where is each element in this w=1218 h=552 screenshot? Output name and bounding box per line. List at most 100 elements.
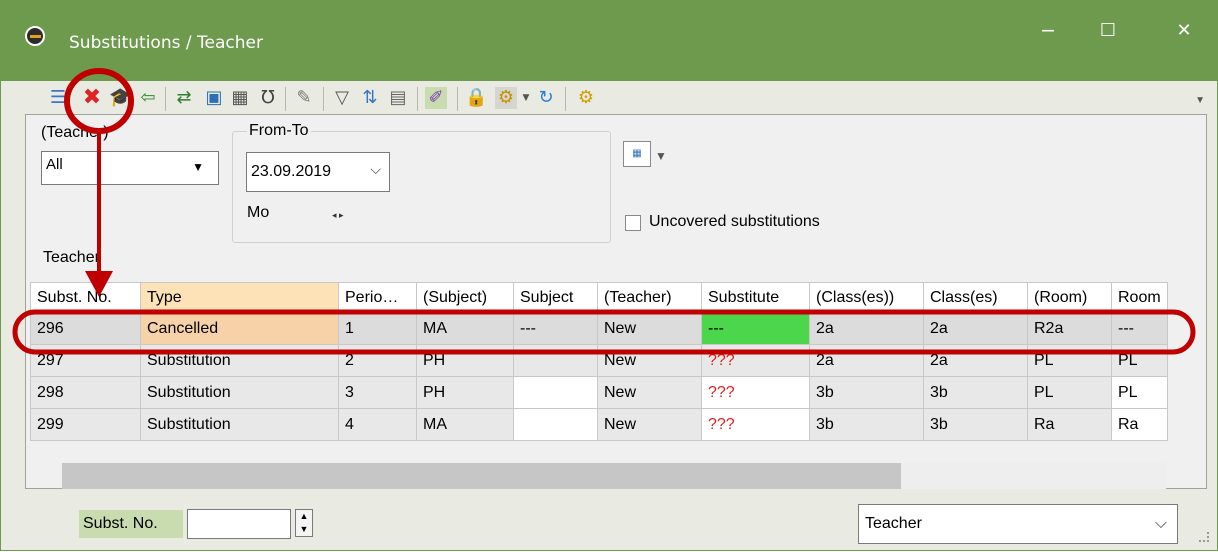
- column-header[interactable]: Subject: [513, 282, 598, 313]
- table-cell[interactable]: MA: [416, 312, 514, 345]
- table-cell[interactable]: PH: [416, 376, 514, 409]
- table-cell[interactable]: Cancelled: [140, 312, 339, 345]
- table-cell[interactable]: 3b: [809, 408, 924, 441]
- teacher-icon[interactable]: 🎓: [109, 87, 131, 109]
- table-cell[interactable]: [513, 376, 598, 409]
- table-cell[interactable]: 296: [30, 312, 141, 345]
- table-cell[interactable]: 3b: [923, 408, 1028, 441]
- table-cell[interactable]: 2a: [923, 312, 1028, 345]
- table-cell[interactable]: 299: [30, 408, 141, 441]
- column-header[interactable]: Substitute: [701, 282, 810, 313]
- lock-icon[interactable]: 🔒: [465, 87, 487, 109]
- table-cell[interactable]: ???: [701, 376, 810, 409]
- table-cell[interactable]: ???: [701, 408, 810, 441]
- magic-icon[interactable]: ✎: [293, 87, 315, 109]
- close-button[interactable]: ✕: [1159, 17, 1209, 47]
- table-cell[interactable]: ---: [1111, 312, 1168, 345]
- resize-grip-icon[interactable]: [1199, 532, 1209, 542]
- table-cell[interactable]: New: [597, 344, 702, 377]
- table-cell[interactable]: PL: [1027, 344, 1112, 377]
- table-row[interactable]: 296 Cancelled 1 MA --- New --- 2a 2a R2a…: [30, 312, 1168, 345]
- table-cell[interactable]: 2a: [809, 312, 924, 345]
- chevron-down-icon[interactable]: ▼: [192, 160, 204, 174]
- table-cell[interactable]: [513, 344, 598, 377]
- table-cell[interactable]: ---: [701, 312, 810, 345]
- chevron-down-icon[interactable]: ⌵: [370, 161, 381, 178]
- column-header[interactable]: Perio…: [338, 282, 417, 313]
- table-row[interactable]: 299 Substitution 4 MA New ??? 3b 3b Ra R…: [30, 408, 1168, 441]
- column-header[interactable]: Subst. No.: [30, 282, 141, 313]
- gear-icon[interactable]: ⚙: [575, 87, 597, 109]
- table-cell[interactable]: 2a: [809, 344, 924, 377]
- column-header[interactable]: (Class(es)): [809, 282, 924, 313]
- table-cell[interactable]: 3b: [923, 376, 1028, 409]
- chevron-down-icon[interactable]: ▼: [515, 87, 537, 109]
- table-cell[interactable]: 298: [30, 376, 141, 409]
- delete-icon[interactable]: ✖: [81, 87, 103, 109]
- teacher-filter-combo[interactable]: All ▼: [41, 151, 219, 185]
- table-cell[interactable]: 297: [30, 344, 141, 377]
- sort-icon[interactable]: ⇅: [359, 87, 381, 109]
- export-icon[interactable]: ⇦: [137, 87, 159, 109]
- minimize-button[interactable]: ‒: [1023, 17, 1073, 47]
- calendar-icon[interactable]: ▦: [623, 141, 651, 167]
- table-cell[interactable]: PL: [1111, 376, 1168, 409]
- table-cell[interactable]: 1: [338, 312, 417, 345]
- table-row[interactable]: 297 Substitution 2 PH New ??? 2a 2a PL P…: [30, 344, 1168, 377]
- table-cell[interactable]: PH: [416, 344, 514, 377]
- date-value: 23.09.2019: [251, 163, 332, 180]
- settings-dropdown-icon[interactable]: ⚙: [495, 87, 517, 109]
- table-cell[interactable]: Substitution: [140, 408, 339, 441]
- column-header[interactable]: Class(es): [923, 282, 1028, 313]
- table-cell[interactable]: New: [597, 312, 702, 345]
- stethoscope-icon[interactable]: ℧: [257, 87, 279, 109]
- table-cell[interactable]: New: [597, 408, 702, 441]
- column-header[interactable]: Type: [140, 282, 339, 313]
- table-cell[interactable]: Ra: [1027, 408, 1112, 441]
- table-cell[interactable]: New: [597, 376, 702, 409]
- date-picker[interactable]: 23.09.2019 ⌵: [246, 152, 390, 192]
- horizontal-scrollbar-thumb[interactable]: [62, 463, 901, 489]
- toolbar-overflow-icon[interactable]: ▼: [1195, 95, 1205, 106]
- table-row[interactable]: 298 Substitution 3 PH New ??? 3b 3b PL P…: [30, 376, 1168, 409]
- grid-group-label: Teacher: [43, 249, 100, 266]
- table-cell[interactable]: 2: [338, 344, 417, 377]
- column-header[interactable]: Room: [1111, 282, 1168, 313]
- table-cell[interactable]: [513, 408, 598, 441]
- list-icon[interactable]: ☰: [47, 87, 69, 109]
- table-cell[interactable]: Substitution: [140, 344, 339, 377]
- document-icon[interactable]: ▣: [203, 87, 225, 109]
- column-header[interactable]: (Room): [1027, 282, 1112, 313]
- chevron-down-icon[interactable]: ⌵: [1155, 505, 1167, 543]
- edit-icon[interactable]: ✐: [425, 87, 447, 109]
- uncovered-label: Uncovered substitutions: [649, 213, 820, 230]
- table-cell[interactable]: Substitution: [140, 376, 339, 409]
- table-cell[interactable]: 3b: [809, 376, 924, 409]
- table-cell[interactable]: MA: [416, 408, 514, 441]
- maximize-button[interactable]: ☐: [1083, 17, 1133, 47]
- day-nav-arrows[interactable]: ◂ ▸: [332, 210, 344, 221]
- columns-icon[interactable]: ▤: [387, 87, 409, 109]
- table-cell[interactable]: 3: [338, 376, 417, 409]
- table-cell[interactable]: 2a: [923, 344, 1028, 377]
- table-cell[interactable]: 4: [338, 408, 417, 441]
- import-icon[interactable]: ⇄: [173, 87, 195, 109]
- uncovered-checkbox[interactable]: [625, 215, 641, 231]
- refresh-icon[interactable]: ↻: [535, 87, 557, 109]
- subst-no-spinner[interactable]: ▲ ▼: [295, 509, 313, 537]
- toolbar: ☰ ✖ 🎓 ⇦ ⇄ ▣ ▦ ℧ ✎ ▽ ⇅ ▤ ✐ 🔒 ⚙ ▼ ↻ ⚙ ▼: [1, 83, 1217, 113]
- table-cell[interactable]: R2a: [1027, 312, 1112, 345]
- subst-no-input[interactable]: [187, 509, 291, 539]
- column-header[interactable]: (Teacher): [597, 282, 702, 313]
- table-cell[interactable]: PL: [1027, 376, 1112, 409]
- subst-no-label: Subst. No.: [79, 510, 183, 538]
- table-cell[interactable]: Ra: [1111, 408, 1168, 441]
- calculator-icon[interactable]: ▦: [229, 87, 251, 109]
- filter-icon[interactable]: ▽: [331, 87, 353, 109]
- table-cell[interactable]: PL: [1111, 344, 1168, 377]
- table-cell[interactable]: ???: [701, 344, 810, 377]
- view-select[interactable]: Teacher ⌵: [858, 504, 1178, 544]
- column-header[interactable]: (Subject): [416, 282, 514, 313]
- chevron-down-icon[interactable]: ▼: [655, 149, 667, 163]
- table-cell[interactable]: ---: [513, 312, 598, 345]
